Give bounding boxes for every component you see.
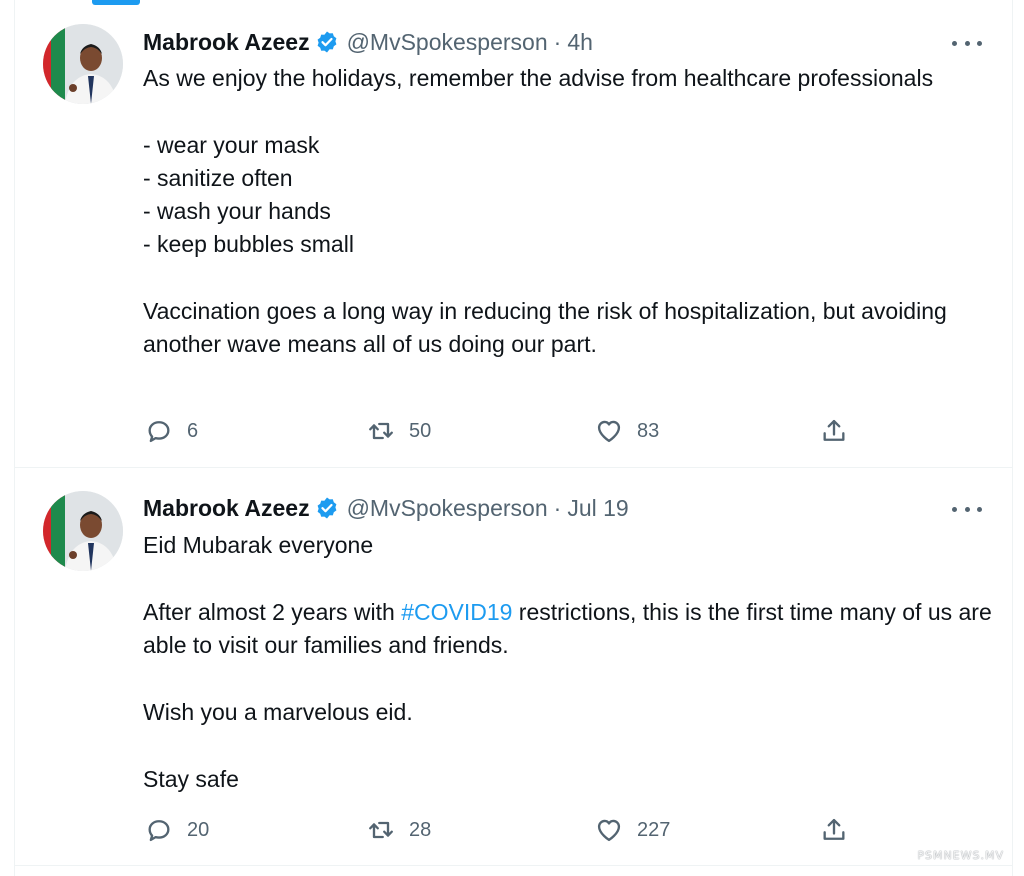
avatar[interactable] xyxy=(43,491,123,571)
retweet-count: 28 xyxy=(409,818,432,841)
tweet-paragraph: Eid Mubarak everyone xyxy=(143,532,374,558)
like-button[interactable]: 83 xyxy=(595,416,659,446)
author-handle[interactable]: @MvSpokesperson xyxy=(347,29,548,56)
reply-count: 20 xyxy=(187,818,210,841)
author-handle[interactable]: @MvSpokesperson xyxy=(347,495,548,522)
reply-icon xyxy=(148,421,170,443)
share-icon xyxy=(823,818,845,840)
retweet-icon xyxy=(369,821,393,839)
header-separator: · xyxy=(553,494,562,521)
avatar[interactable] xyxy=(43,24,123,104)
author-name[interactable]: Mabrook Azeez xyxy=(143,29,310,56)
share-button[interactable] xyxy=(820,815,848,845)
retweet-count: 50 xyxy=(409,419,432,442)
tweet[interactable]: Mabrook Azeez @MvSpokesperson · Jul 19 E… xyxy=(15,468,1012,866)
reply-button[interactable]: 6 xyxy=(145,416,198,446)
tweet-paragraph: Wish you a marvelous eid. xyxy=(143,699,413,725)
reply-button[interactable]: 20 xyxy=(145,815,209,845)
watermark: PSMNEWS.MV xyxy=(917,849,1004,862)
author-name[interactable]: Mabrook Azeez xyxy=(143,495,310,522)
tweet-header: Mabrook Azeez @MvSpokesperson · 4h xyxy=(143,27,972,57)
header-separator: · xyxy=(553,28,562,55)
tweet-timestamp[interactable]: 4h xyxy=(567,29,593,56)
like-count: 83 xyxy=(637,419,660,442)
retweet-button[interactable]: 28 xyxy=(367,815,431,845)
tweet-paragraph: - wear your mask - sanitize often - wash… xyxy=(143,132,354,257)
tweet-text: As we enjoy the holidays, remember the a… xyxy=(143,62,992,361)
tweet[interactable]: Mabrook Azeez @MvSpokesperson · 4h As we… xyxy=(15,0,1012,468)
tweet-paragraph: Stay safe xyxy=(143,766,239,792)
retweet-icon xyxy=(369,422,393,440)
tweet-paragraph: Vaccination goes a long way in reducing … xyxy=(143,298,954,357)
heart-icon xyxy=(597,420,621,443)
more-icon[interactable] xyxy=(952,33,982,53)
like-button[interactable]: 227 xyxy=(595,815,670,845)
tweet-text: Eid Mubarak everyone After almost 2 year… xyxy=(143,529,992,796)
retweet-button[interactable]: 50 xyxy=(367,416,431,446)
reply-icon xyxy=(148,820,170,842)
verified-badge-icon xyxy=(317,497,336,519)
tweet-paragraph: After almost 2 years with #COVID19 restr… xyxy=(143,599,999,658)
verified-badge-icon xyxy=(317,31,336,53)
share-button[interactable] xyxy=(820,416,848,446)
like-count: 227 xyxy=(637,818,671,841)
more-icon[interactable] xyxy=(952,499,982,519)
tweet-actions: 20 28 227 xyxy=(145,815,912,845)
tweet-timestamp[interactable]: Jul 19 xyxy=(567,495,628,522)
hashtag-link[interactable]: #COVID19 xyxy=(401,599,512,625)
reply-count: 6 xyxy=(187,419,199,442)
tweet-paragraph: As we enjoy the holidays, remember the a… xyxy=(143,65,934,91)
heart-icon xyxy=(597,819,621,842)
tweet-actions: 6 50 83 xyxy=(145,416,912,446)
share-icon xyxy=(823,419,845,441)
tweet-header: Mabrook Azeez @MvSpokesperson · Jul 19 xyxy=(143,493,972,523)
